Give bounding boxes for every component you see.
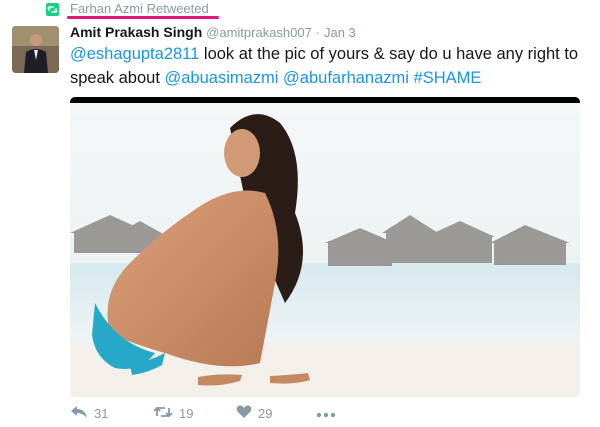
like-count: 29: [258, 405, 273, 421]
mention-link[interactable]: @abuasimazmi: [165, 69, 279, 87]
reply-count: 31: [94, 405, 109, 421]
tweet-header: Amit Prakash Singh @amitprakash007 · Jan…: [70, 24, 356, 40]
mention-link[interactable]: @abufarhanazmi: [283, 69, 409, 87]
author-handle[interactable]: @amitprakash007: [206, 25, 312, 40]
reply-button[interactable]: 31: [70, 403, 108, 423]
heart-icon: [236, 405, 252, 422]
like-button[interactable]: 29: [236, 403, 272, 423]
avatar[interactable]: [12, 26, 59, 73]
more-icon: [316, 406, 336, 421]
separator-dot: ·: [315, 25, 321, 40]
tweet-photo[interactable]: [70, 97, 580, 397]
mention-link[interactable]: @eshagupta2811: [70, 45, 199, 63]
retweeted-by-link[interactable]: Farhan Azmi Retweeted: [70, 1, 209, 16]
retweet-context: Farhan Azmi Retweeted: [0, 0, 600, 22]
tweet-text: @eshagupta2811 look at the pic of yours …: [70, 42, 590, 90]
reply-icon: [70, 405, 88, 422]
tweet-actions: 31 19 29: [70, 403, 590, 423]
retweet-icon: [46, 3, 59, 16]
retweet-count: 19: [179, 405, 194, 421]
retweet-button[interactable]: 19: [153, 403, 193, 423]
tweet-timestamp[interactable]: Jan 3: [324, 25, 356, 40]
retweet-icon: [153, 405, 173, 422]
hashtag-link[interactable]: #SHAME: [414, 69, 482, 87]
more-options-button[interactable]: [316, 403, 336, 423]
author-name[interactable]: Amit Prakash Singh: [70, 24, 202, 40]
highlight-underline: [67, 16, 219, 19]
